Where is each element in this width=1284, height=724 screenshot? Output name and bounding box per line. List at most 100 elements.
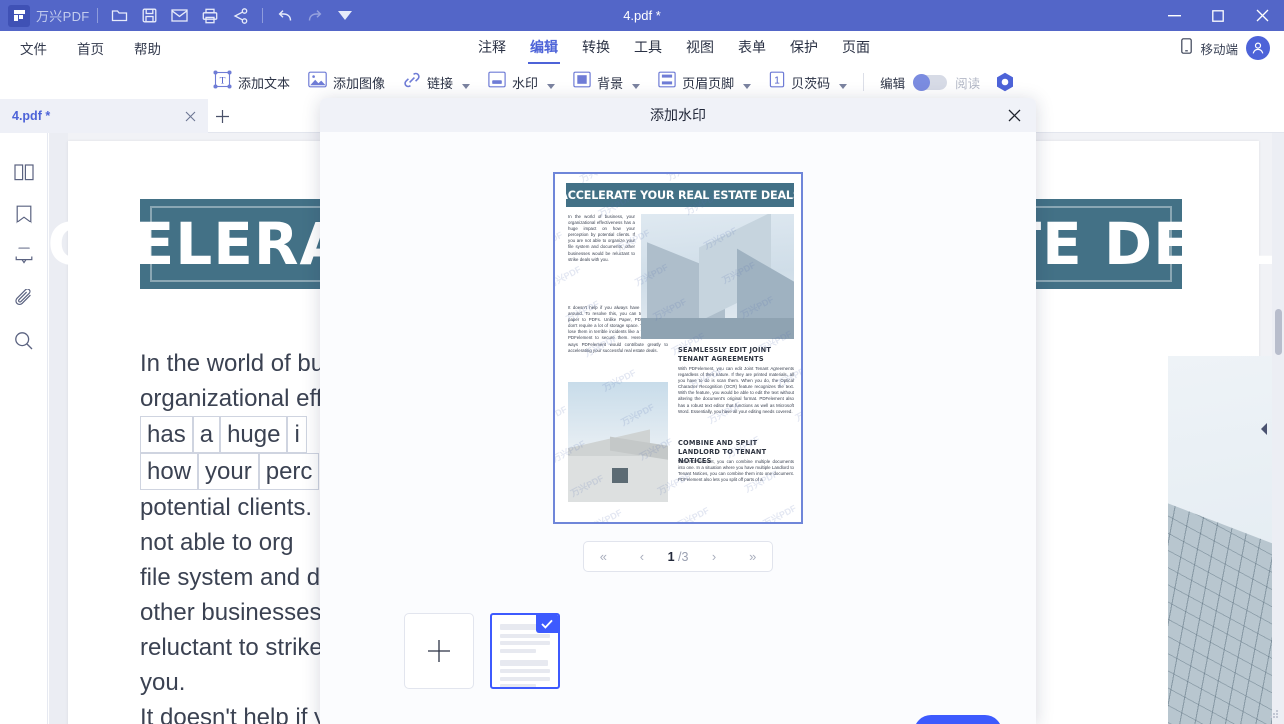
watermark-text: 万兴PDF (605, 520, 680, 524)
header-footer-icon (658, 71, 676, 93)
tool-label-watermark: 水印 (512, 73, 538, 92)
add-watermark-thumbnail-button[interactable] (404, 613, 474, 689)
pager-total-pages: /3 (678, 550, 688, 564)
apply-button[interactable]: 应用 (914, 715, 1002, 724)
ribbon-tab-view[interactable]: 视图 (686, 37, 714, 59)
tool-bates-number[interactable]: 1 贝茨码 (769, 71, 847, 93)
tool-add-text[interactable]: T 添加文本 (213, 70, 290, 94)
share-icon[interactable] (225, 0, 255, 31)
add-watermark-dialog: 添加水印 ACCELERATE YOUR REAL ESTATE DEALS I… (320, 98, 1036, 724)
chevron-down-icon-bates[interactable] (839, 84, 847, 89)
pager-next-button[interactable]: › (701, 549, 727, 564)
tool-header-footer[interactable]: 页眉页脚 (658, 71, 751, 93)
mode-label-edit: 编辑 (880, 73, 905, 92)
chevron-down-icon-link[interactable] (462, 84, 470, 89)
watermark-text: 万兴PDF (673, 484, 748, 524)
menu-left-group: 文件 首页 帮助 (20, 38, 161, 58)
pager-first-button[interactable]: « (590, 549, 616, 564)
check-icon (536, 615, 558, 633)
titlebar-divider-2 (262, 8, 263, 23)
save-icon[interactable] (135, 0, 165, 31)
ribbon-tab-convert[interactable]: 转换 (582, 37, 610, 59)
tool-watermark[interactable]: 水印 (488, 71, 555, 93)
ribbon-tab-page[interactable]: 页面 (842, 37, 870, 59)
link-icon (403, 71, 421, 94)
close-button[interactable] (1240, 0, 1284, 31)
document-photo (1168, 356, 1284, 724)
background-icon (573, 71, 591, 93)
maximize-button[interactable] (1196, 0, 1240, 31)
title-bar: 万兴PDF 4.pdf * (0, 0, 1284, 31)
view-mode-toggle[interactable]: 编辑 阅读 (880, 71, 1016, 93)
resize-grip[interactable] (1270, 710, 1280, 720)
redo-icon[interactable] (300, 0, 330, 31)
dialog-close-icon[interactable] (1004, 105, 1024, 125)
undo-icon[interactable] (270, 0, 300, 31)
ribbon-tab-form[interactable]: 表单 (738, 37, 766, 59)
toolbar-divider (863, 73, 864, 91)
scrollbar-thumb[interactable] (1275, 309, 1282, 355)
more-down-icon[interactable] (330, 0, 360, 31)
preview-pager: « ‹ 1 /3 › » (583, 541, 773, 572)
document-tab[interactable]: 4.pdf * (0, 99, 208, 133)
preview-col1-para1: In the world of business, your organizat… (568, 214, 635, 263)
dialog-header: 添加水印 (320, 98, 1036, 132)
tool-label-add-image: 添加图像 (333, 73, 385, 92)
mail-icon[interactable] (165, 0, 195, 31)
preview-image-concrete (568, 382, 668, 502)
ribbon-tab-edit[interactable]: 编辑 (530, 37, 558, 59)
edit-toolbar: T 添加文本 添加图像 链接 水印 (0, 65, 1284, 99)
tool-background[interactable]: 背景 (573, 71, 640, 93)
folder-icon[interactable] (105, 0, 135, 31)
new-tab-button[interactable] (213, 107, 231, 125)
ribbon-tab-protect[interactable]: 保护 (790, 37, 818, 59)
preview-banner: ACCELERATE YOUR REAL ESTATE DEALS (566, 183, 794, 207)
tool-link[interactable]: 链接 (403, 71, 470, 94)
watermark-text: 万兴PDF (692, 518, 767, 524)
mode-switch[interactable] (913, 75, 947, 90)
menu-item-help[interactable]: 帮助 (134, 38, 161, 58)
pager-last-button[interactable]: » (740, 549, 766, 564)
search-icon[interactable] (11, 327, 37, 353)
watermark-template-thumbnail[interactable] (490, 613, 560, 689)
theme-hex-button[interactable] (994, 71, 1016, 93)
close-icon[interactable] (182, 108, 198, 124)
preview-section2-body: With PDFelement, you can combine multipl… (678, 459, 794, 483)
menu-item-home[interactable]: 首页 (77, 38, 104, 58)
avatar[interactable] (1246, 36, 1270, 60)
titlebar-divider-1 (97, 8, 98, 23)
menu-item-file[interactable]: 文件 (20, 38, 47, 58)
menu-right-group: 移动端 (1181, 31, 1270, 65)
vertical-scrollbar[interactable] (1272, 133, 1284, 724)
svg-text:T: T (220, 77, 226, 87)
pager-prev-button[interactable]: ‹ (629, 549, 655, 564)
preview-section1-body: With PDFelement, you can edit Joint Tena… (678, 366, 794, 415)
bates-number-icon: 1 (769, 71, 785, 93)
attachment-icon[interactable] (11, 285, 37, 311)
print-icon[interactable] (195, 0, 225, 31)
watermark-text: 万兴PDF (793, 376, 803, 424)
mobile-icon[interactable] (1181, 38, 1192, 59)
right-panel-expand-handle[interactable] (1258, 418, 1270, 440)
tool-label-link: 链接 (427, 73, 453, 92)
watermark-preview[interactable]: ACCELERATE YOUR REAL ESTATE DEALS In the… (553, 172, 803, 524)
ribbon-tab-annotate[interactable]: 注释 (478, 37, 506, 59)
pager-current-page: 1 (668, 550, 675, 564)
add-text-icon: T (213, 70, 232, 94)
app-root: 万兴PDF 4.pdf * (0, 0, 1284, 724)
chevron-down-icon-watermark[interactable] (547, 84, 555, 89)
chevron-down-icon-background[interactable] (632, 84, 640, 89)
minimize-button[interactable] (1152, 0, 1196, 31)
tool-label-add-text: 添加文本 (238, 73, 290, 92)
mobile-label[interactable]: 移动端 (1200, 39, 1238, 58)
tool-add-image[interactable]: 添加图像 (308, 71, 385, 93)
brand-name: 万兴PDF (36, 6, 90, 25)
watermark-text: 万兴PDF (665, 172, 740, 183)
dialog-title: 添加水印 (650, 105, 706, 125)
dialog-body: ACCELERATE YOUR REAL ESTATE DEALS In the… (320, 132, 1036, 724)
mode-label-read: 阅读 (955, 73, 980, 92)
ribbon-tabs: 注释 编辑 转换 工具 视图 表单 保护 页面 (478, 31, 870, 65)
thumbnails-icon[interactable] (11, 159, 37, 185)
ribbon-tab-tools[interactable]: 工具 (634, 37, 662, 59)
chevron-down-icon-header-footer[interactable] (743, 84, 751, 89)
